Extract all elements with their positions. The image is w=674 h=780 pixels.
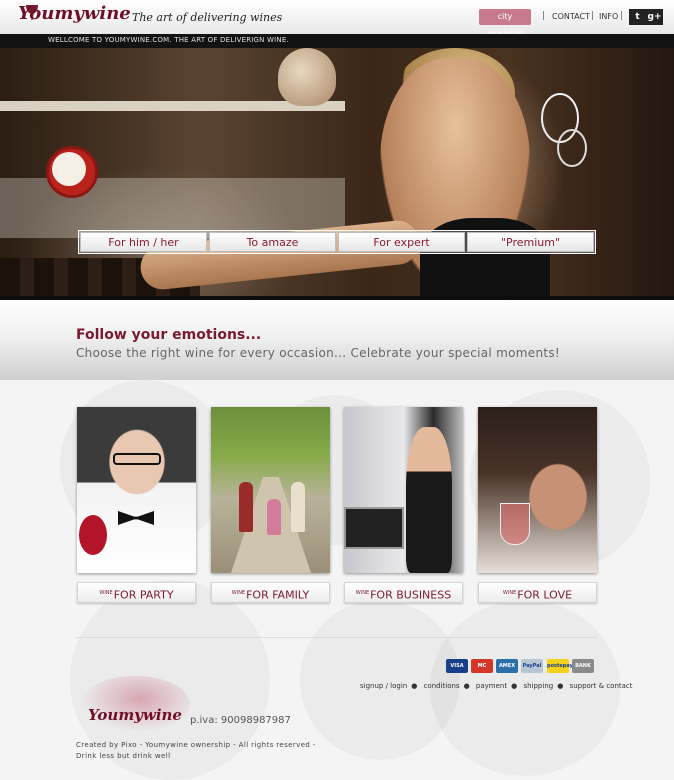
bank-transfer-icon: BANK: [572, 659, 594, 673]
vase: [278, 48, 336, 106]
welcome-text: WELLCOME TO YOUMYWINE.COM. THE ART OF DE…: [48, 36, 289, 44]
occasion-button-for-him-her[interactable]: For him / her: [80, 232, 207, 252]
dot-separator: ●: [411, 682, 418, 690]
credits-line: Created by Pixo - Youmywine ownership - …: [76, 741, 316, 749]
footer-link-payment[interactable]: payment: [476, 682, 507, 690]
laptop: [344, 507, 404, 549]
clock-face: [52, 152, 86, 186]
dot-separator: ●: [463, 682, 470, 690]
card-label-prefix: WINE: [99, 590, 113, 596]
footer-links: signup / login ● conditions ● payment ● shi…: [360, 682, 633, 690]
footer-link-conditions[interactable]: conditions: [424, 682, 460, 690]
bow-tie: [118, 511, 154, 525]
card-label-text: FOR BUSINESS: [370, 588, 452, 602]
card-photo-family[interactable]: [211, 407, 330, 573]
glasses: [113, 453, 161, 465]
card-label-text: FOR LOVE: [517, 588, 573, 602]
footer-credits: Created by Pixo - Youmywine ownership - …: [76, 740, 316, 762]
amex-icon: AMEX: [496, 659, 518, 673]
roses: [79, 515, 107, 555]
site-tagline: The art of delivering wines: [132, 11, 283, 24]
card-label-party[interactable]: WINEFOR PARTY: [77, 582, 196, 603]
hero-image: For him / her To amaze For expert "Premi…: [0, 48, 674, 300]
wine-glass: [500, 503, 530, 545]
card-label-prefix: WINE: [231, 590, 246, 596]
card-label-business[interactable]: WINEFOR BUSINESS: [344, 582, 463, 603]
footer-link-support[interactable]: support & contact: [570, 682, 633, 690]
paypal-icon: PayPal: [521, 659, 543, 673]
mastercard-icon: MC: [471, 659, 493, 673]
businesswoman: [406, 427, 452, 573]
card-label-prefix: WINE: [502, 590, 517, 596]
city-available-button[interactable]: city available: [479, 9, 531, 37]
dot-separator: ●: [557, 682, 564, 690]
nav-info-link[interactable]: INFO: [599, 12, 618, 21]
dot-separator: ●: [511, 682, 518, 690]
card-photo-party[interactable]: [77, 407, 196, 573]
credits-line: Drink less but drink well: [76, 752, 171, 760]
site-logo[interactable]: Youmywine: [18, 3, 131, 24]
card-label-love[interactable]: WINEFOR LOVE: [478, 582, 597, 603]
card-photo-business[interactable]: [344, 407, 463, 573]
card-label-family[interactable]: WINEFOR FAMILY: [211, 582, 330, 603]
card-photo-love[interactable]: [478, 407, 597, 573]
nav-divider: |: [591, 11, 595, 21]
occasion-button-premium[interactable]: "Premium": [467, 232, 594, 252]
nav-divider: |: [542, 11, 546, 21]
card-label-text: FOR FAMILY: [246, 588, 310, 602]
nav-divider: |: [620, 11, 624, 21]
welcome-bar: WELLCOME TO YOUMYWINE.COM. THE ART OF DE…: [0, 34, 674, 48]
header: Youmywine The art of delivering wines ci…: [0, 0, 674, 37]
footer-divider: [76, 637, 598, 638]
card-label-text: FOR PARTY: [113, 588, 174, 602]
google-plus-icon[interactable]: g+: [646, 9, 663, 25]
occasion-menu: For him / her To amaze For expert "Premi…: [78, 230, 596, 254]
intro-band: Follow your emotions... Choose the right…: [0, 300, 674, 380]
intro-subtitle: Choose the right wine for every occasion…: [76, 346, 561, 360]
person: [291, 482, 305, 532]
vat-number: p.iva: 90098987987: [190, 715, 291, 726]
occasion-button-to-amaze[interactable]: To amaze: [209, 232, 336, 252]
card-label-prefix: WINE: [355, 590, 370, 596]
occasion-button-for-expert[interactable]: For expert: [338, 232, 465, 252]
footer-logo[interactable]: Youmywine: [88, 706, 182, 724]
nav-contact-link[interactable]: CONTACT: [552, 12, 590, 21]
footer-link-signup[interactable]: signup / login: [360, 682, 407, 690]
intro-title: Follow your emotions...: [76, 327, 262, 343]
footer-link-shipping[interactable]: shipping: [523, 682, 553, 690]
person: [239, 482, 253, 532]
visa-icon: VISA: [446, 659, 468, 673]
person: [267, 499, 281, 535]
wine-glasses-icon: [541, 93, 587, 167]
twitter-icon[interactable]: t: [629, 9, 646, 25]
postepay-icon: postepay: [547, 659, 573, 673]
